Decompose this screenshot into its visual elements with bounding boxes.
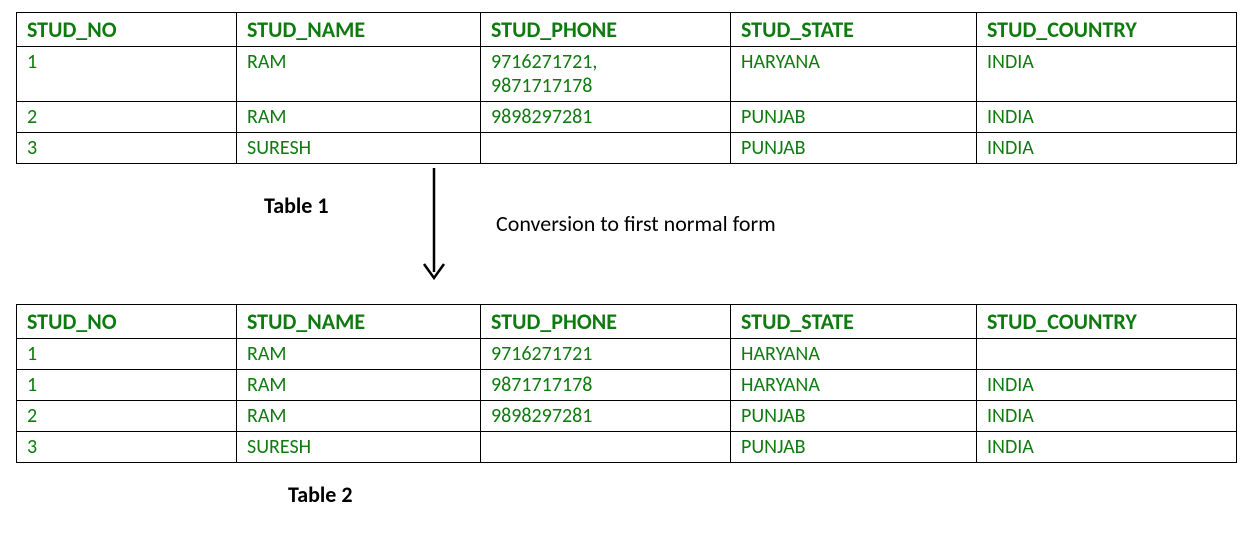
cell-stud-phone <box>481 133 731 164</box>
phone-line: 9871717178 <box>491 74 592 98</box>
table-1-caption: Table 1 <box>264 192 329 219</box>
table-row: 3 SURESH PUNJAB INDIA <box>17 432 1237 463</box>
header-stud-no: STUD_NO <box>17 305 237 339</box>
cell-stud-country: INDIA <box>977 102 1237 133</box>
conversion-section: Table 1 Conversion to first normal form <box>16 168 1241 298</box>
header-stud-state: STUD_STATE <box>731 305 977 339</box>
cell-stud-no: 1 <box>17 370 237 401</box>
cell-stud-no: 2 <box>17 102 237 133</box>
header-stud-phone: STUD_PHONE <box>481 305 731 339</box>
table-2: STUD_NO STUD_NAME STUD_PHONE STUD_STATE … <box>16 304 1237 463</box>
cell-stud-country: INDIA <box>977 47 1237 102</box>
cell-stud-state: PUNJAB <box>731 432 977 463</box>
cell-stud-name: SURESH <box>237 432 481 463</box>
header-stud-country: STUD_COUNTRY <box>977 13 1237 47</box>
table-header-row: STUD_NO STUD_NAME STUD_PHONE STUD_STATE … <box>17 13 1237 47</box>
table-header-row: STUD_NO STUD_NAME STUD_PHONE STUD_STATE … <box>17 305 1237 339</box>
table-row: 1 RAM 9716271721, 9871717178 HARYANA IND… <box>17 47 1237 102</box>
table-1: STUD_NO STUD_NAME STUD_PHONE STUD_STATE … <box>16 12 1237 164</box>
cell-stud-no: 3 <box>17 133 237 164</box>
cell-stud-name: RAM <box>237 370 481 401</box>
cell-stud-name: SURESH <box>237 133 481 164</box>
phone-line: 9716271721, <box>491 50 597 74</box>
cell-stud-name: RAM <box>237 339 481 370</box>
cell-stud-state: PUNJAB <box>731 102 977 133</box>
cell-stud-country <box>977 339 1237 370</box>
cell-stud-phone <box>481 432 731 463</box>
cell-stud-country: INDIA <box>977 133 1237 164</box>
header-stud-phone: STUD_PHONE <box>481 13 731 47</box>
cell-stud-name: RAM <box>237 102 481 133</box>
conversion-label: Conversion to first normal form <box>496 210 776 237</box>
cell-stud-no: 2 <box>17 401 237 432</box>
cell-stud-no: 1 <box>17 339 237 370</box>
cell-stud-state: PUNJAB <box>731 401 977 432</box>
header-stud-no: STUD_NO <box>17 13 237 47</box>
cell-stud-state: HARYANA <box>731 339 977 370</box>
cell-stud-name: RAM <box>237 47 481 102</box>
down-arrow-icon <box>414 168 454 286</box>
cell-stud-state: PUNJAB <box>731 133 977 164</box>
cell-stud-phone: 9898297281 <box>481 102 731 133</box>
cell-stud-state: HARYANA <box>731 370 977 401</box>
table-row: 2 RAM 9898297281 PUNJAB INDIA <box>17 401 1237 432</box>
table-row: 3 SURESH PUNJAB INDIA <box>17 133 1237 164</box>
cell-stud-country: INDIA <box>977 370 1237 401</box>
cell-stud-phone: 9898297281 <box>481 401 731 432</box>
table-2-caption: Table 2 <box>288 481 1241 508</box>
header-stud-state: STUD_STATE <box>731 13 977 47</box>
cell-stud-country: INDIA <box>977 432 1237 463</box>
cell-stud-no: 1 <box>17 47 237 102</box>
cell-stud-no: 3 <box>17 432 237 463</box>
header-stud-name: STUD_NAME <box>237 13 481 47</box>
header-stud-name: STUD_NAME <box>237 305 481 339</box>
cell-stud-phone: 9716271721 <box>481 339 731 370</box>
cell-stud-name: RAM <box>237 401 481 432</box>
cell-stud-phone: 9716271721, 9871717178 <box>481 47 731 102</box>
table-row: 1 RAM 9871717178 HARYANA INDIA <box>17 370 1237 401</box>
cell-stud-state: HARYANA <box>731 47 977 102</box>
header-stud-country: STUD_COUNTRY <box>977 305 1237 339</box>
table-row: 1 RAM 9716271721 HARYANA <box>17 339 1237 370</box>
cell-stud-country: INDIA <box>977 401 1237 432</box>
cell-stud-phone: 9871717178 <box>481 370 731 401</box>
table-row: 2 RAM 9898297281 PUNJAB INDIA <box>17 102 1237 133</box>
